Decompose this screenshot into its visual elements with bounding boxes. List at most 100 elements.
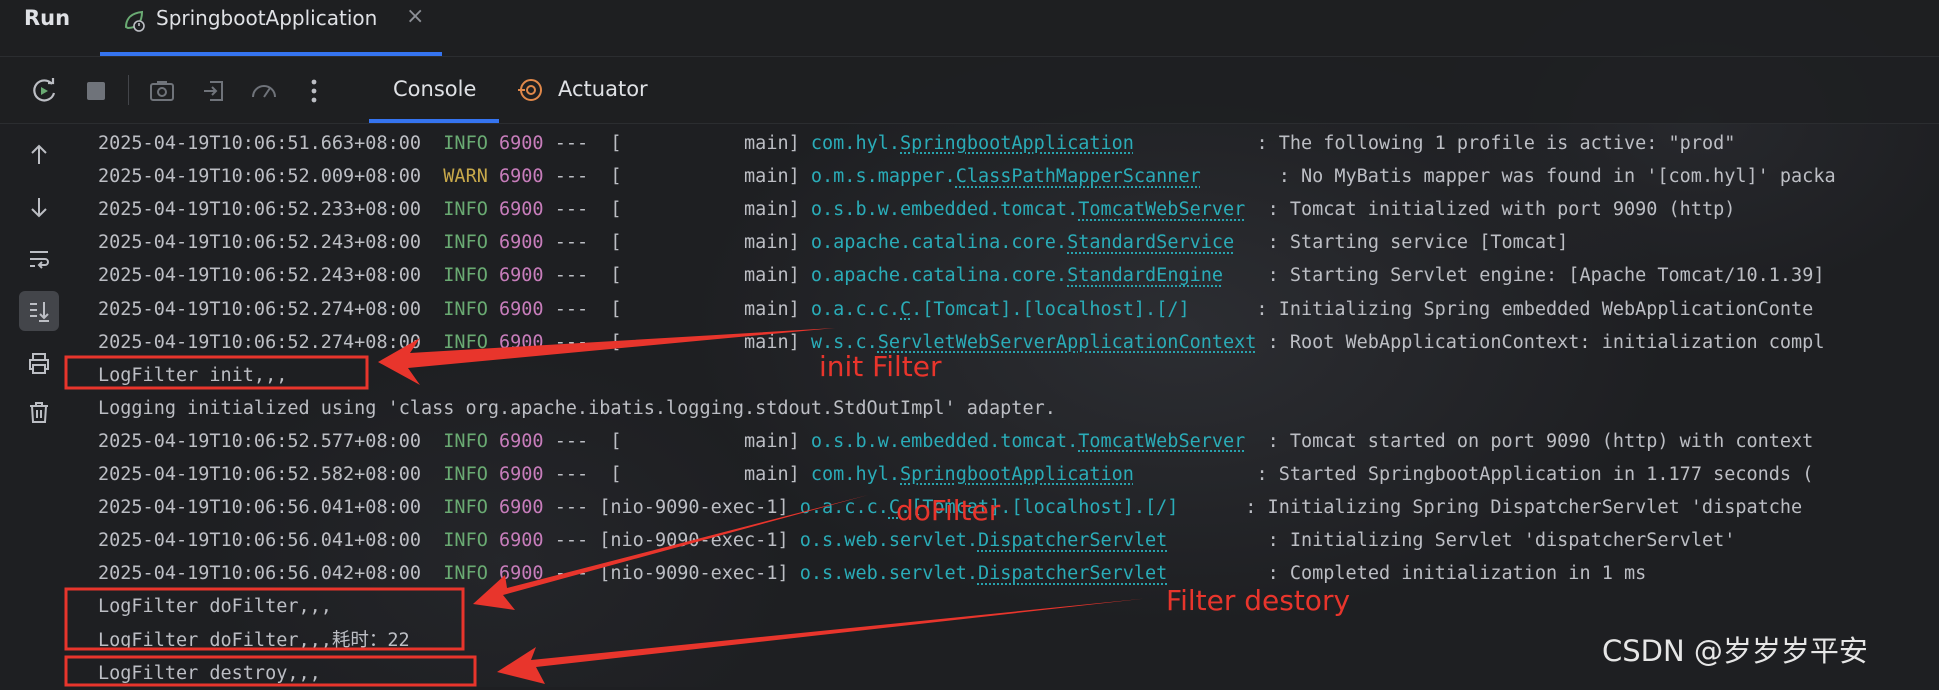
log-pid: 6900 [499,298,544,320]
log-message: : Tomcat initialized with port 9090 (htt… [1267,199,1736,221]
console-line: 2025-04-19T10:06:52.243+08:00 INFO 6900 … [98,226,1568,259]
print-icon[interactable] [19,343,59,383]
logger-package: o.s.web.servlet. [799,530,978,552]
log-timestamp: 2025-04-19T10:06:52.009+08:00 [98,166,422,188]
logger-class-link[interactable]: TomcatWebServer [1078,199,1245,220]
log-level: INFO [443,497,488,519]
log-thread: --- [ main] [554,199,800,221]
log-level: INFO [443,265,488,287]
scroll-to-end-icon[interactable] [19,291,59,331]
log-level: INFO [443,530,488,552]
log-padding [1245,431,1267,452]
log-padding [1134,133,1257,154]
console-line: 2025-04-19T10:06:52.233+08:00 INFO 6900 … [98,193,1735,226]
log-timestamp: 2025-04-19T10:06:56.041+08:00 [98,530,422,552]
logger-package: o.a.c.c. [799,497,889,519]
log-thread: --- [nio-9090-exec-1] [554,497,789,519]
log-pid: 6900 [499,133,544,154]
console-line: 2025-04-19T10:06:52.274+08:00 INFO 6900 … [98,293,1813,326]
tab-console[interactable]: Console [369,57,499,123]
console-line: 2025-04-19T10:06:52.274+08:00 INFO 6900 … [98,326,1824,359]
log-pid: 6900 [499,166,544,188]
screenshot-icon[interactable] [144,73,180,109]
console-line: 2025-04-19T10:06:52.243+08:00 INFO 6900 … [98,259,1824,292]
console-text: LogFilter init,,, [98,364,288,386]
log-thread: --- [ main] [554,430,800,452]
console-line: LogFilter doFilter,,, [98,590,332,623]
log-level: INFO [443,563,488,585]
log-timestamp: 2025-04-19T10:06:52.577+08:00 [98,430,422,452]
log-pid: 6900 [499,563,544,585]
scroll-down-icon[interactable] [19,187,59,227]
spring-run-icon [122,8,148,34]
log-level: INFO [443,232,488,254]
logger-package: o.s.b.w.embedded.tomcat. [810,430,1079,452]
toolbar-separator [128,75,129,105]
log-pid: 6900 [499,265,544,287]
log-thread: --- [ main] [554,166,800,188]
logger-class-link[interactable]: SpringbootApplication [900,464,1134,485]
rerun-icon[interactable] [26,73,62,109]
console-line: LogFilter doFilter,,,耗时：22 [98,624,410,657]
log-level: INFO [443,430,488,452]
logger-class-link[interactable]: C [900,299,911,320]
log-timestamp: 2025-04-19T10:06:52.233+08:00 [98,199,422,221]
log-level: INFO [443,133,488,154]
log-level: WARN [443,166,488,188]
log-pid: 6900 [499,497,544,519]
logger-package: o.s.b.w.embedded.tomcat. [810,199,1079,221]
actuator-icon [516,75,546,105]
logger-package: o.apache.catalina.core. [810,265,1068,287]
scroll-up-icon[interactable] [19,135,59,175]
logger-class-link[interactable]: StandardService [1067,232,1234,253]
tab-actuator-label: Actuator [558,77,648,101]
console-text: LogFilter doFilter,,, [98,596,332,618]
log-timestamp: 2025-04-19T10:06:52.243+08:00 [98,265,422,287]
soft-wrap-icon[interactable] [19,239,59,279]
console-line: 2025-04-19T10:06:56.041+08:00 INFO 6900 … [98,524,1735,557]
annotation-filter-destroy: Filter destory [1166,584,1351,617]
logger-class-link[interactable]: ClassPathMapperScanner [956,166,1201,187]
log-pid: 6900 [499,232,544,254]
logger-package: com.hyl. [810,464,900,485]
log-pid: 6900 [499,464,544,485]
logger-class-link[interactable]: StandardEngine [1067,265,1223,286]
log-padding [1245,199,1267,220]
logger-class-link[interactable]: TomcatWebServer [1078,431,1245,452]
log-message: : Initializing Spring DispatcherServlet … [1245,497,1803,519]
log-level: INFO [443,298,488,320]
tab-springboot-application[interactable]: SpringbootApplication × [100,0,442,56]
tab-actuator[interactable]: Actuator [510,57,670,123]
console-line: LogFilter init,,, [98,359,287,392]
log-padding [1201,166,1279,187]
clear-icon[interactable] [19,392,59,432]
dashboard-icon[interactable] [246,73,282,109]
stop-icon[interactable] [78,73,114,109]
log-pid: 6900 [499,430,544,452]
run-toolbar: Console Actuator [0,57,1939,124]
logger-suffix: .[Tomcat].[localhost].[/] [911,298,1190,320]
console-output[interactable]: 2025-04-19T10:06:51.663+08:00 INFO 6900 … [74,124,1939,687]
log-level: INFO [443,331,488,353]
console-text: LogFilter doFilter,,,耗时：22 [98,629,410,651]
log-timestamp: 2025-04-19T10:06:52.243+08:00 [98,232,422,254]
console-line: Logging initialized using 'class org.apa… [98,392,1056,425]
logger-class-link[interactable]: SpringbootApplication [900,133,1134,154]
console-line: LogFilter destroy,,, [98,657,321,690]
log-message: : Initializing Servlet 'dispatcherServle… [1267,530,1736,552]
log-message: : Root WebApplicationContext: initializa… [1267,331,1825,353]
restore-layout-icon[interactable] [196,73,232,109]
tab-console-label: Console [393,77,477,101]
tab-active-indicator [100,52,442,56]
logger-package: o.s.web.servlet. [799,563,978,585]
logger-class-link[interactable]: DispatcherServlet [978,530,1167,551]
close-icon[interactable]: × [406,4,424,29]
annotation-init-filter: init Filter [819,350,942,383]
log-level: INFO [443,464,488,485]
log-timestamp: 2025-04-19T10:06:52.582+08:00 [98,464,422,485]
more-icon[interactable] [296,73,332,109]
tab-active-indicator [369,119,499,123]
console-text: LogFilter destroy,,, [98,662,321,684]
log-padding [1234,232,1267,253]
logger-class-link[interactable]: DispatcherServlet [978,563,1167,584]
